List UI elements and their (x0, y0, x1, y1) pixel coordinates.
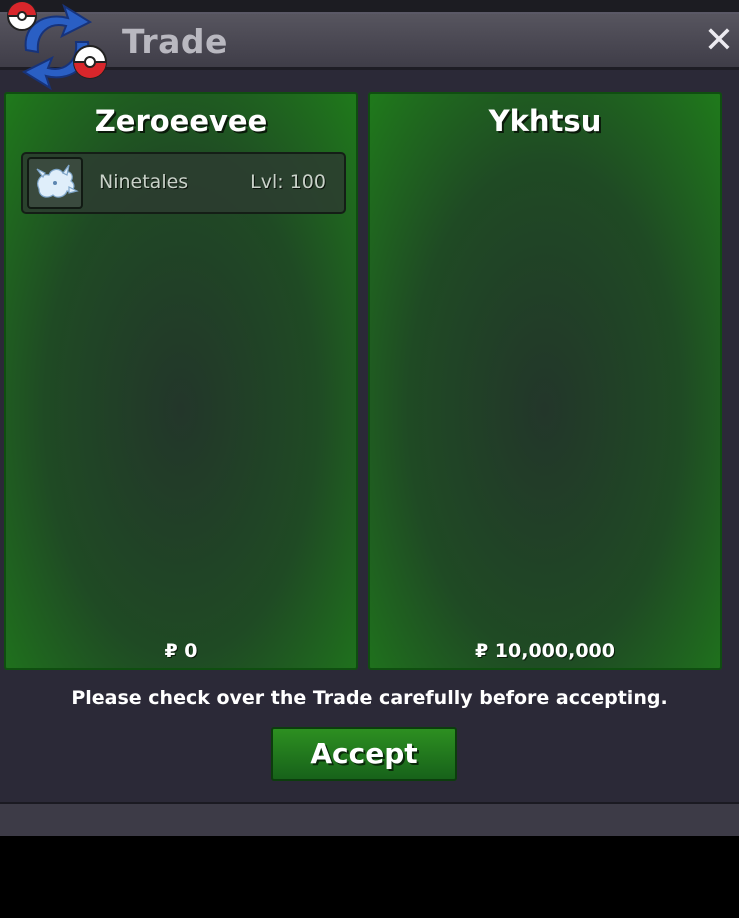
trade-warning-text: Please check over the Trade carefully be… (71, 687, 668, 709)
ninetales-sprite-icon (36, 164, 79, 198)
player-name: Ykhtsu (488, 104, 602, 138)
trade-panel-self: Zeroeevee Ninetales Lvl: 100 ₽ 0 (4, 92, 358, 670)
titlebar[interactable]: Trade ✕ (0, 14, 739, 70)
money-offer: ₽ 10,000,000 (474, 640, 616, 662)
item-name: Ninetales (99, 171, 189, 193)
close-icon[interactable]: ✕ (702, 22, 736, 60)
trade-panel-partner: Ykhtsu ₽ 10,000,000 (368, 92, 722, 670)
trade-item-row[interactable]: Ninetales Lvl: 100 (21, 152, 346, 214)
window-bottom-bar (0, 802, 739, 836)
window-title: Trade (122, 22, 228, 61)
item-slot (27, 157, 83, 209)
item-level: Lvl: 100 (250, 171, 326, 193)
money-offer: ₽ 0 (164, 640, 198, 662)
trade-exchange-icon (7, 2, 107, 91)
trade-window: Trade ✕ Zeroeevee Ninetales Lvl: 100 ₽ 0… (0, 2, 739, 836)
player-name: Zeroeevee (94, 104, 268, 138)
accept-button[interactable]: Accept (271, 727, 457, 781)
top-strip (0, 0, 739, 12)
